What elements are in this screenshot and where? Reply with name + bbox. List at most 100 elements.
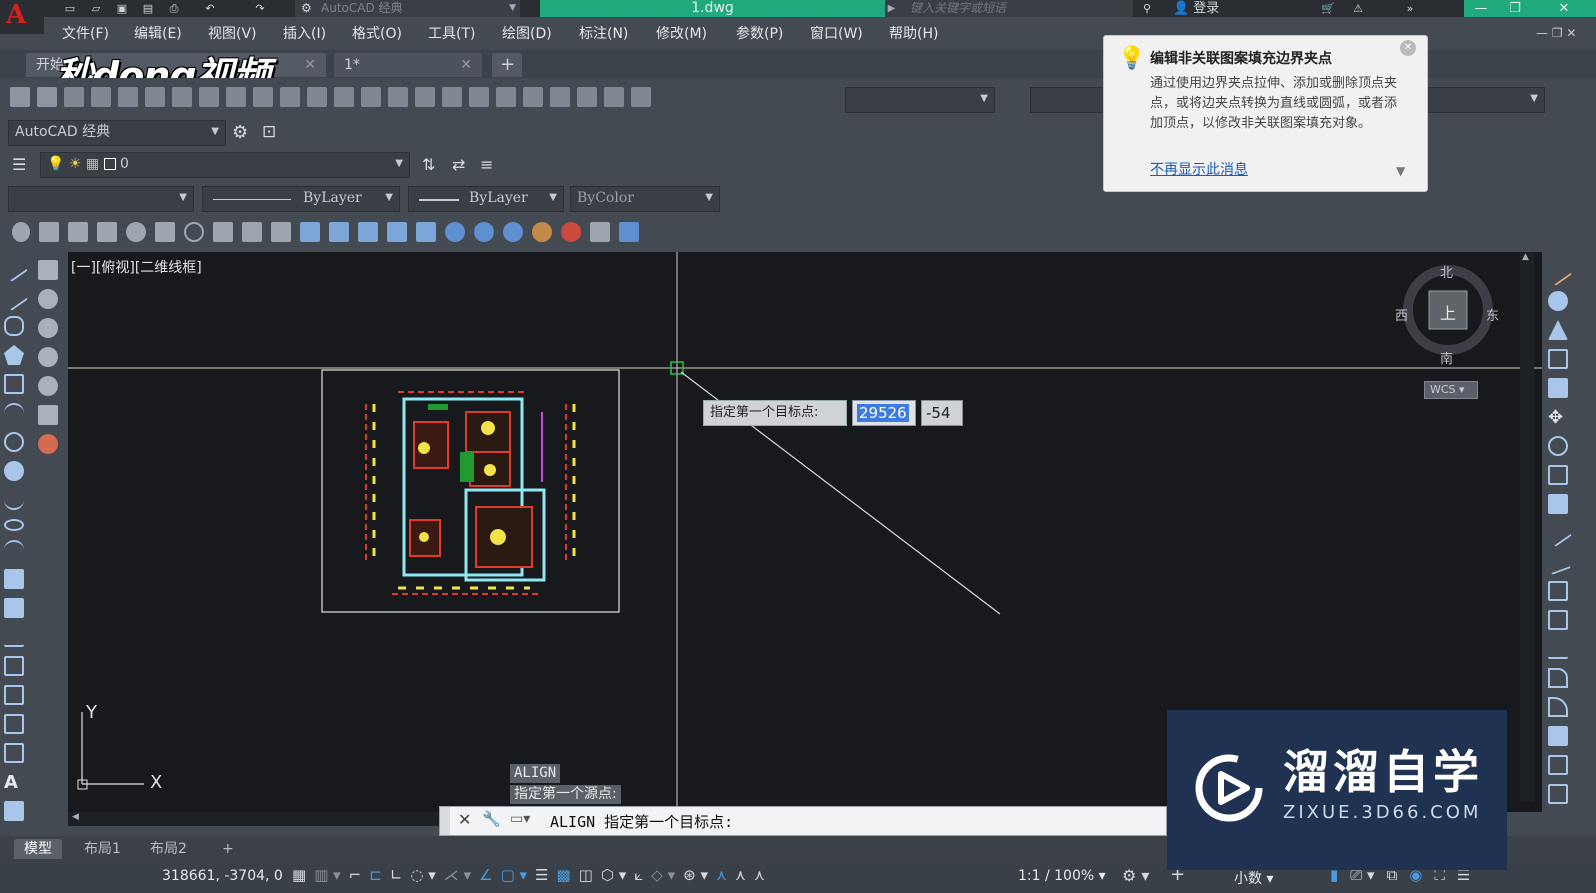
planar-surface-icon[interactable]	[271, 222, 291, 242]
tab-drawing-1[interactable]: 1* ✕	[334, 53, 482, 77]
zoom-window-icon[interactable]	[415, 87, 435, 107]
properties-icon[interactable]	[469, 87, 489, 107]
print-icon[interactable]: ⎙	[164, 1, 184, 16]
cart-icon[interactable]: 🛒	[1318, 1, 1338, 16]
polysolid-icon[interactable]	[12, 222, 30, 242]
menu-modify[interactable]: 修改(M)	[656, 24, 707, 44]
text-icon[interactable]: A	[4, 772, 24, 793]
3d-move-icon[interactable]	[532, 222, 552, 242]
insert-block-icon[interactable]	[4, 569, 24, 589]
play-arrow-icon[interactable]: ▶	[885, 0, 898, 17]
workspace-combo[interactable]: AutoCAD 经典 ▼	[8, 120, 226, 146]
menu-file[interactable]: 文件(F)	[62, 24, 109, 44]
coordinate-readout[interactable]: 318661, -3704, 0	[162, 868, 283, 884]
construction-line-icon[interactable]	[0, 283, 28, 311]
cylinder-icon[interactable]	[155, 222, 175, 242]
subtract-icon[interactable]	[474, 222, 494, 242]
chamfer-icon[interactable]	[1548, 668, 1568, 688]
ortho-icon[interactable]: ∟	[390, 866, 403, 888]
close-icon[interactable]: ✕	[1400, 40, 1416, 56]
union-icon[interactable]	[445, 222, 465, 242]
cylinder-icon[interactable]	[38, 318, 58, 338]
restore-button[interactable]: ❐	[1498, 0, 1532, 17]
wcs-menu[interactable]: WCS ▾	[1424, 381, 1478, 399]
rectangle-icon[interactable]	[4, 374, 24, 394]
selection-filter-icon[interactable]: ◇ ▾	[651, 866, 675, 888]
redo-icon[interactable]: ↷	[250, 1, 270, 16]
menu-dimension[interactable]: 标注(N)	[579, 24, 628, 44]
markup-icon[interactable]	[577, 87, 597, 107]
paste-icon[interactable]	[226, 87, 246, 107]
polar-icon[interactable]: ◌ ▾	[410, 866, 435, 888]
menu-help[interactable]: 帮助(H)	[889, 24, 938, 44]
search-input[interactable]: 键入关键字或短语	[898, 0, 1133, 17]
lineweight-combo[interactable]: ByLayer ▼	[408, 186, 564, 212]
workspace-switcher[interactable]: ⚙ AutoCAD 经典 ▼	[295, 0, 520, 17]
explode-icon[interactable]	[1548, 726, 1568, 746]
vertical-scrollbar[interactable]: ▲	[1520, 252, 1534, 802]
ellipse-icon[interactable]	[4, 519, 24, 531]
extend-icon[interactable]	[1545, 549, 1571, 575]
zoom-previous-icon[interactable]	[442, 87, 462, 107]
match-properties-icon[interactable]	[253, 87, 273, 107]
menu-insert[interactable]: 插入(I)	[283, 24, 326, 44]
make-current-icon[interactable]: ⇅	[422, 155, 435, 174]
redo-icon[interactable]	[334, 87, 354, 107]
new-icon[interactable]	[10, 87, 30, 107]
infer-constraints-icon[interactable]: ⌐	[349, 866, 362, 888]
mdi-window-controls[interactable]: — ❐ ✕	[1536, 26, 1592, 40]
layer-tool-icon[interactable]	[1548, 755, 1568, 775]
line-icon[interactable]	[0, 254, 28, 282]
viewcube-west[interactable]: 西	[1395, 305, 1408, 324]
layer-states-icon[interactable]: ≡	[480, 155, 493, 174]
new-tab-button[interactable]: +	[492, 53, 522, 77]
tab-model[interactable]: 模型	[14, 839, 62, 859]
offset-icon[interactable]	[1548, 349, 1568, 369]
3d-rotate-icon[interactable]	[561, 222, 581, 242]
layer-previous-icon[interactable]: ⇄	[452, 155, 465, 174]
join-icon[interactable]	[1548, 639, 1568, 659]
3d-rotate-icon[interactable]	[38, 434, 58, 454]
extrude-icon[interactable]	[300, 222, 320, 242]
login-button[interactable]: 👤 登录	[1173, 0, 1293, 17]
viewcube-top[interactable]: 上	[1440, 300, 1456, 324]
polygon-icon[interactable]	[4, 345, 24, 365]
cut-icon[interactable]	[172, 87, 192, 107]
workspace-gear-icon[interactable]: ⚙ ▾	[1122, 866, 1149, 885]
group-icon[interactable]	[1548, 784, 1568, 804]
layer-properties-icon[interactable]: ☰	[12, 155, 26, 174]
cone-icon[interactable]	[38, 347, 58, 367]
hatch-icon[interactable]	[4, 656, 24, 676]
command-input[interactable]: ALIGN 指定第一个目标点:	[550, 811, 733, 832]
open-icon[interactable]	[37, 87, 57, 107]
revolve-icon[interactable]	[387, 222, 407, 242]
save-icon[interactable]	[64, 87, 84, 107]
wedge-icon[interactable]	[38, 405, 58, 425]
menu-parameters[interactable]: 参数(P)	[736, 24, 783, 44]
revision-cloud-icon[interactable]	[4, 461, 24, 481]
auto-scale-icon[interactable]: ⋏	[735, 866, 746, 888]
tab-layout1[interactable]: 布局1	[74, 839, 131, 859]
fillet-icon[interactable]	[1548, 697, 1568, 717]
preview-icon[interactable]	[118, 87, 138, 107]
region-icon[interactable]	[4, 714, 24, 734]
autodesk-app-icon[interactable]: ⚠	[1348, 1, 1368, 16]
annotation-scale-select[interactable]: 1:1 / 100% ▾	[1018, 868, 1106, 884]
scale-icon[interactable]	[1548, 465, 1568, 485]
application-menu-button[interactable]: A	[0, 0, 44, 34]
menu-view[interactable]: 视图(V)	[208, 24, 257, 44]
layer-combo[interactable]: 💡 ☀ ▦ 0 ▼	[40, 152, 410, 178]
sweep-icon[interactable]	[358, 222, 378, 242]
stretch-icon[interactable]	[1548, 494, 1568, 514]
table-icon[interactable]	[4, 743, 24, 763]
add-layout-button[interactable]: +	[212, 839, 244, 859]
mirror-icon[interactable]	[1548, 320, 1568, 340]
move-icon[interactable]: ✥	[1548, 407, 1568, 428]
close-icon[interactable]: ✕	[460, 53, 472, 77]
new-file-icon[interactable]: ▭	[60, 1, 80, 16]
text-style-select[interactable]: ▼	[845, 87, 995, 113]
viewcube-north[interactable]: 北	[1440, 262, 1453, 281]
copy-object-icon[interactable]	[1548, 291, 1568, 311]
design-center-icon[interactable]	[496, 87, 516, 107]
sphere-icon[interactable]	[126, 222, 146, 242]
